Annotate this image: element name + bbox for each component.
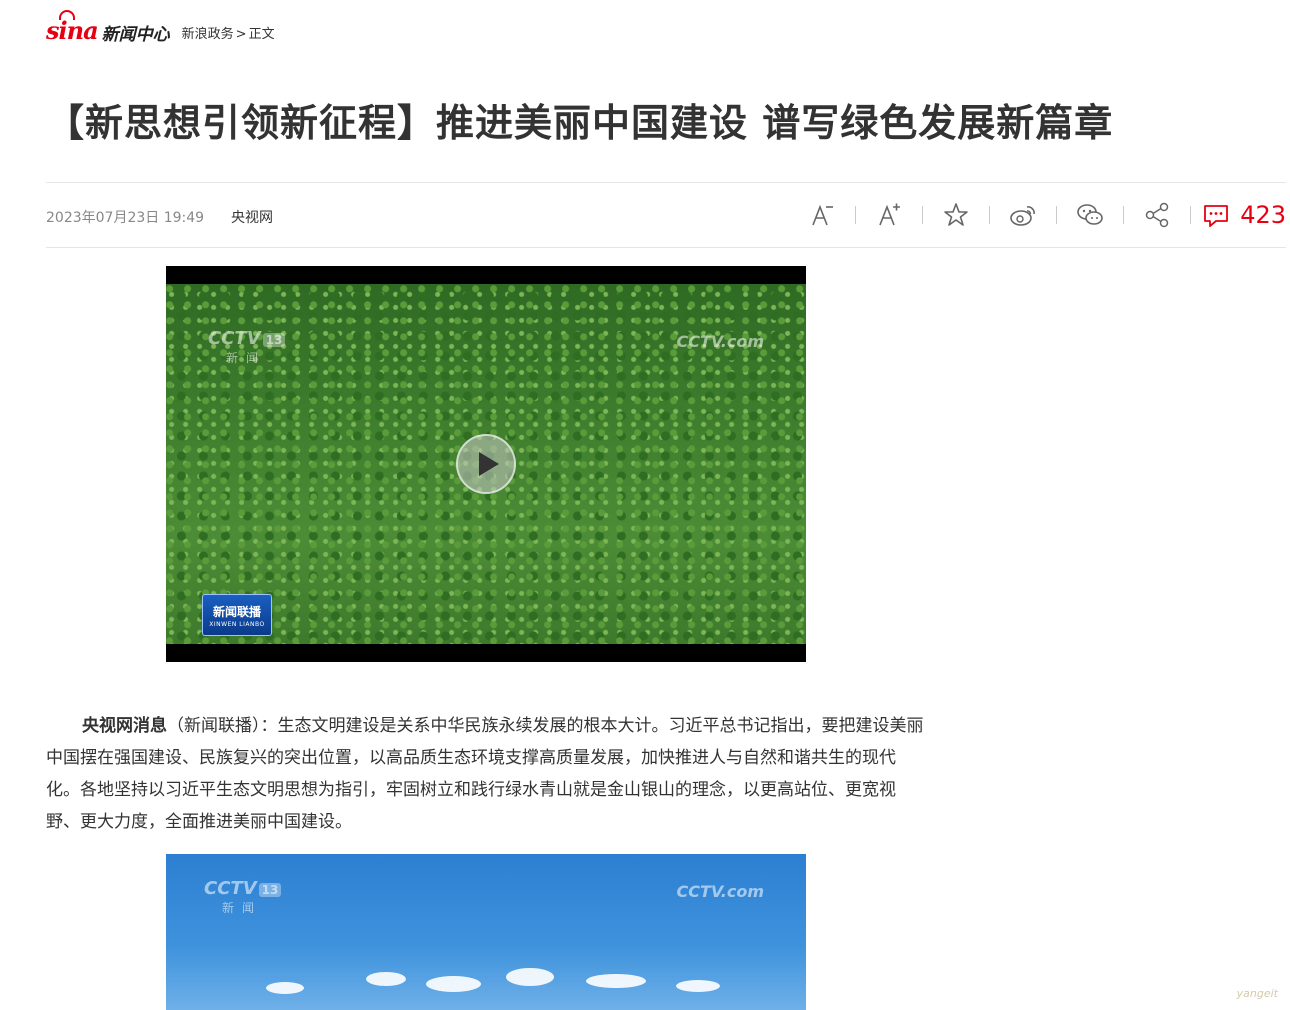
- corner-watermark: yangeit: [1236, 987, 1278, 1000]
- site-name: 新闻中心: [101, 24, 170, 45]
- publish-date: 2023年07月23日 19:49: [46, 210, 205, 226]
- video-player[interactable]: CCTV 13 新闻 CCTV.com 新闻联播 XINWEN LIANBO: [166, 266, 806, 662]
- weibo-icon: [1010, 206, 1036, 226]
- share-wechat-button[interactable]: [1068, 197, 1112, 233]
- share-button[interactable]: [1135, 197, 1179, 233]
- sina-logo-text: sina: [46, 9, 99, 45]
- xinwen-lianbo-logo: 新闻联播 XINWEN LIANBO: [202, 594, 272, 636]
- top-bar: sina 新闻中心 新浪政务 > 正文: [46, 9, 275, 48]
- comment-count[interactable]: 423: [1240, 201, 1286, 229]
- cctv13-watermark: CCTV 13 新闻: [208, 328, 286, 366]
- breadcrumb-separator: >: [235, 26, 247, 42]
- lead-text: （新闻联播）：生态文明建设是关系中华民族永续发展的根本大计。习近平总书记指出，要…: [46, 716, 924, 832]
- lead-source: 央视网消息: [82, 716, 167, 736]
- cctv-com-watermark: CCTV.com: [676, 332, 764, 351]
- article-image-sky: CCTV 13 新闻 CCTV.com: [166, 854, 806, 1010]
- video-frame-forest: CCTV 13 新闻 CCTV.com 新闻联播 XINWEN LIANBO: [166, 284, 806, 644]
- share-icon: [1145, 202, 1169, 228]
- comment-icon: [1204, 205, 1229, 227]
- share-weibo-button[interactable]: [1001, 197, 1045, 233]
- article-title: 【新思想引领新征程】推进美丽中国建设 谱写绿色发展新篇章: [46, 101, 1114, 145]
- breadcrumb: 新浪政务 > 正文: [182, 23, 275, 42]
- wechat-icon: [1077, 204, 1103, 225]
- article-paragraph: 央视网消息（新闻联播）：生态文明建设是关系中华民族永续发展的根本大计。习近平总书…: [46, 710, 926, 838]
- article-source[interactable]: 央视网: [231, 207, 273, 227]
- star-icon: [944, 203, 968, 226]
- play-button[interactable]: [456, 434, 516, 494]
- article-tools: 423: [800, 197, 1286, 233]
- font-decrease-icon: [812, 204, 834, 226]
- cctv-com-watermark: CCTV.com: [676, 882, 764, 901]
- breadcrumb-item-current: 正文: [248, 26, 275, 42]
- breadcrumb-item-gov[interactable]: 新浪政务: [182, 27, 234, 42]
- font-increase-button[interactable]: [867, 197, 911, 233]
- sina-logo[interactable]: sina 新闻中心: [46, 9, 170, 45]
- favorite-button[interactable]: [934, 197, 978, 233]
- font-increase-icon: [879, 203, 901, 226]
- font-decrease-button[interactable]: [800, 197, 844, 233]
- cctv13-watermark: CCTV 13 新闻: [204, 878, 282, 916]
- comment-button[interactable]: 423: [1202, 197, 1286, 233]
- article-meta-bar: 2023年07月23日 19:49 央视网 423: [46, 182, 1286, 248]
